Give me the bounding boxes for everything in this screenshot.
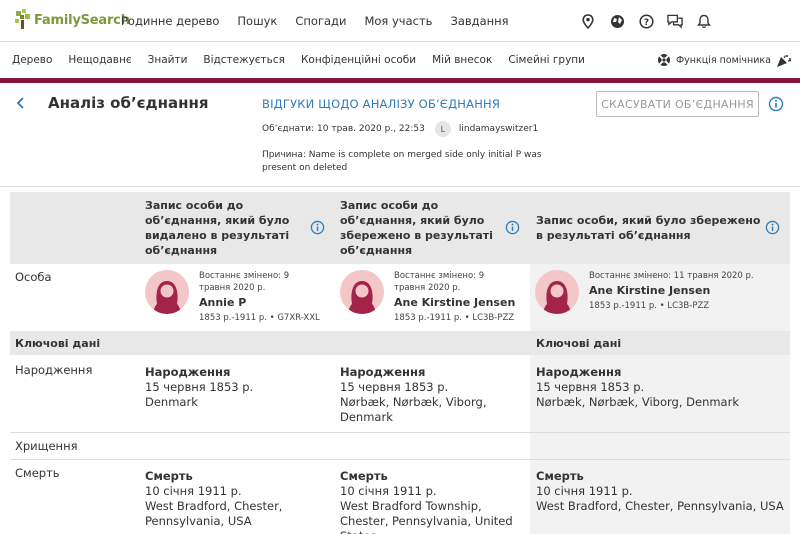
party-popper-icon[interactable] xyxy=(776,53,792,72)
location-pin-icon[interactable] xyxy=(580,13,596,29)
help-icon[interactable]: ? xyxy=(638,13,654,29)
tree-logo-icon xyxy=(15,9,30,29)
fact-type: Народження xyxy=(145,365,231,379)
merge-analysis-feedback-link[interactable]: ВІДГУКИ ЩОДО АНАЛІЗУ ОБ’ЄДНАННЯ xyxy=(262,97,500,111)
divider xyxy=(0,186,800,187)
nav-search[interactable]: Пошук xyxy=(237,14,277,28)
fact-date: 10 січня 1911 р. xyxy=(340,484,437,498)
merge-date: Об’єднати: 10 трав. 2020 р., 22:53 xyxy=(262,124,425,134)
key-data-heading: Ключові дані xyxy=(15,337,101,350)
kept-column-heading: Запис особи до об’єднання, який було збе… xyxy=(340,199,493,257)
fact-place: West Bradford, Chester, Pennsylvania, US… xyxy=(536,499,784,513)
back-chevron-icon[interactable] xyxy=(14,95,28,115)
page-title: Аналіз об’єднання xyxy=(48,94,209,112)
lifespan-id: 1853 р.-1911 р. • LC3B-PZZ xyxy=(589,301,710,311)
kept-death-fact: Смерть 10 січня 1911 р. West Bradford To… xyxy=(340,469,525,534)
female-portrait-icon xyxy=(145,270,189,314)
nav-family-tree[interactable]: Родинне дерево xyxy=(121,14,219,28)
row-divider xyxy=(10,459,790,460)
svg-text:?: ? xyxy=(643,18,648,28)
person-name[interactable]: Annie P xyxy=(199,296,320,309)
result-death-fact: Смерть 10 січня 1911 р. West Bradford, C… xyxy=(536,469,786,514)
nav-memories[interactable]: Спогади xyxy=(295,14,346,28)
subnav-tree[interactable]: Дерево xyxy=(12,54,52,66)
helper-icon xyxy=(658,54,670,66)
accent-bar xyxy=(0,78,800,83)
person-name[interactable]: Ane Kirstine Jensen xyxy=(394,296,516,309)
fact-date: 10 січня 1911 р. xyxy=(145,484,242,498)
result-column-heading: Запис особи, який було збережено в резул… xyxy=(536,214,761,242)
last-modified: Востаннє змінено: 11 травня 2020 р. xyxy=(589,271,754,281)
last-modified: Востаннє змінено: 9 травня 2020 р. xyxy=(199,271,290,293)
subnav-following[interactable]: Відстежується xyxy=(203,54,285,66)
info-icon[interactable] xyxy=(768,96,784,116)
kept-person-card[interactable]: Востаннє змінено: 9 травня 2020 р. Ane K… xyxy=(340,270,516,323)
deleted-birth-fact: Народження 15 червня 1853 р. Denmark xyxy=(145,365,325,410)
fact-place: Denmark xyxy=(145,395,198,409)
fact-type: Смерть xyxy=(145,469,193,483)
fact-type: Народження xyxy=(536,365,622,379)
lifespan-id: 1853 р.-1911 р. • G7XR-XXL xyxy=(199,313,320,323)
lifespan-id: 1853 р.-1911 р. • LC3B-PZZ xyxy=(394,313,515,323)
nav-activities[interactable]: Завдання xyxy=(450,14,508,28)
key-data-heading-result: Ключові дані xyxy=(536,337,622,350)
subnav-family-groups[interactable]: Сімейні групи xyxy=(508,54,585,66)
result-birth-fact: Народження 15 червня 1853 р. Nørbæk, Nør… xyxy=(536,365,786,410)
family-tree-subnav: Дерево Нещодавнє Знайти Відстежується Ко… xyxy=(0,42,800,78)
key-data-section-row xyxy=(10,331,790,355)
undo-merge-button[interactable]: СКАСУВАТИ ОБ’ЄДНАННЯ xyxy=(596,91,759,117)
helper-mode-button[interactable]: Функція помічника xyxy=(657,53,771,67)
deleted-death-fact: Смерть 10 січня 1911 р. West Bradford, C… xyxy=(145,469,320,529)
deleted-person-card[interactable]: Востаннє змінено: 9 травня 2020 р. Annie… xyxy=(145,270,320,323)
result-person-card[interactable]: Востаннє змінено: 11 травня 2020 р. Ane … xyxy=(535,270,789,314)
christening-row-label: Хрищення xyxy=(15,439,78,453)
kept-birth-fact: Народження 15 червня 1853 р. Nørbæk, Nør… xyxy=(340,365,520,425)
fact-place: Nørbæk, Nørbæk, Viborg, Denmark xyxy=(536,395,739,409)
familysearch-logo[interactable]: FamilySearch xyxy=(14,7,130,33)
subnav-my-contributions[interactable]: Мій внесок xyxy=(432,54,492,66)
fact-place: West Bradford, Chester, Pennsylvania, US… xyxy=(145,499,283,528)
notifications-bell-icon[interactable] xyxy=(696,13,712,29)
birth-row-label: Народження xyxy=(15,363,93,377)
globe-icon[interactable] xyxy=(609,13,625,29)
fact-date: 15 червня 1853 р. xyxy=(340,380,449,394)
last-modified: Востаннє змінено: 9 травня 2020 р. xyxy=(394,271,485,293)
fact-type: Смерть xyxy=(536,469,584,483)
person-name[interactable]: Ane Kirstine Jensen xyxy=(589,284,789,297)
fact-date: 10 січня 1911 р. xyxy=(536,484,633,498)
logo-text: FamilySearch xyxy=(34,12,130,28)
subnav-private-people[interactable]: Конфіденційні особи xyxy=(301,54,416,66)
result-column-info-icon[interactable] xyxy=(765,220,780,239)
female-portrait-icon xyxy=(535,270,579,314)
fact-place: West Bradford Township, Chester, Pennsyl… xyxy=(340,499,513,534)
top-navigation: FamilySearch Родинне дерево Пошук Спогад… xyxy=(0,0,800,42)
female-portrait-icon xyxy=(340,270,384,314)
merge-user[interactable]: lindamayswitzer1 xyxy=(459,124,538,134)
nav-get-involved[interactable]: Моя участь xyxy=(364,14,432,28)
merge-info: Об’єднати: 10 трав. 2020 р., 22:53 L lin… xyxy=(262,121,538,137)
person-row-label: Особа xyxy=(15,270,52,284)
merge-reason: Причина: Name is complete on merged side… xyxy=(262,150,542,173)
messages-icon[interactable] xyxy=(667,13,683,29)
death-row-label: Смерть xyxy=(15,466,60,480)
helper-label: Функція помічника xyxy=(676,54,771,66)
kept-column-info-icon[interactable] xyxy=(505,220,520,239)
fact-place: Nørbæk, Nørbæk, Viborg, Denmark xyxy=(340,395,487,424)
user-avatar[interactable]: L xyxy=(434,121,451,137)
deleted-column-heading: Запис особи до об’єднання, який було вид… xyxy=(145,199,290,257)
subnav-recents[interactable]: Нещодавнє xyxy=(68,54,131,66)
fact-date: 15 червня 1853 р. xyxy=(145,380,254,394)
deleted-column-info-icon[interactable] xyxy=(310,220,325,239)
subnav-find[interactable]: Знайти xyxy=(148,54,188,66)
fact-date: 15 червня 1853 р. xyxy=(536,380,645,394)
fact-type: Народження xyxy=(340,365,426,379)
fact-type: Смерть xyxy=(340,469,388,483)
row-divider xyxy=(10,432,790,433)
